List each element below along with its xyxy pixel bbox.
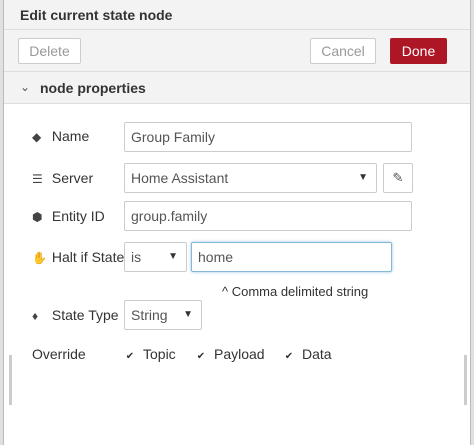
state-type-select[interactable]: String ▼ [124, 300, 202, 330]
halt-state-input[interactable]: home [191, 242, 392, 272]
checkmark-icon: ✔ [196, 351, 206, 362]
override-label: Override [32, 346, 86, 362]
dialog-title: Edit current state node [4, 0, 470, 30]
server-label-row: ☰ Server [32, 170, 93, 186]
checkmark-icon: ✔ [125, 351, 135, 362]
override-data-checkbox[interactable]: ✔ Data [284, 346, 332, 362]
entity-id-label: Entity ID [51, 208, 105, 224]
name-label: Name [51, 128, 90, 144]
server-select[interactable]: Home Assistant ▼ [124, 163, 377, 193]
edit-dialog: Edit current state node Delete Cancel Do… [3, 0, 471, 445]
cube-icon: ⬢ [32, 210, 43, 224]
state-type-label: State Type [51, 307, 119, 323]
server-label: Server [51, 170, 94, 186]
halt-if-state-label-row: ✋ Halt if State [32, 249, 124, 265]
halt-operator-select[interactable]: is ▼ [124, 242, 187, 272]
server-icon: ☰ [32, 172, 43, 186]
halt-if-state-label: Halt if State [51, 249, 125, 265]
dialog-toolbar: Delete Cancel Done [4, 30, 470, 72]
section-header-node-properties[interactable]: ⌄ node properties [4, 72, 470, 104]
state-type-label-row: ♦ State Type [32, 307, 119, 323]
server-select-value: Home Assistant [131, 170, 229, 186]
halt-state-hint: ^ Comma delimited string [222, 284, 369, 299]
section-label: node properties [40, 80, 146, 96]
override-data-label: Data [302, 346, 332, 362]
pencil-icon: ✎ [392, 170, 404, 185]
override-topic-checkbox[interactable]: ✔ Topic [125, 346, 176, 362]
right-scrollbar[interactable] [464, 355, 467, 405]
edit-server-button[interactable]: ✎ [383, 163, 413, 193]
cancel-button[interactable]: Cancel [310, 38, 376, 64]
name-input[interactable]: Group Family [124, 122, 412, 152]
halt-operator-value: is [131, 249, 142, 265]
entity-id-input[interactable]: group.family [124, 201, 412, 231]
tag-icon: ◆ [32, 130, 42, 144]
override-payload-checkbox[interactable]: ✔ Payload [196, 346, 265, 362]
dropdown-arrow-icon: ▼ [168, 251, 178, 262]
dropdown-arrow-icon: ▼ [183, 309, 193, 320]
delete-button[interactable]: Delete [18, 38, 81, 64]
hand-stop-icon: ✋ [32, 251, 47, 265]
override-topic-label: Topic [143, 346, 176, 362]
name-label-row: ◆ Name [32, 128, 89, 144]
entity-id-label-row: ⬢ Entity ID [32, 208, 105, 224]
tint-drop-icon: ♦ [32, 309, 39, 323]
left-scrollbar[interactable] [9, 355, 12, 405]
state-type-value: String [131, 307, 168, 323]
done-button[interactable]: Done [390, 38, 447, 64]
dropdown-arrow-icon: ▼ [358, 172, 368, 183]
override-payload-label: Payload [214, 346, 265, 362]
chevron-down-icon: ⌄ [20, 80, 31, 94]
checkmark-icon: ✔ [284, 351, 294, 362]
